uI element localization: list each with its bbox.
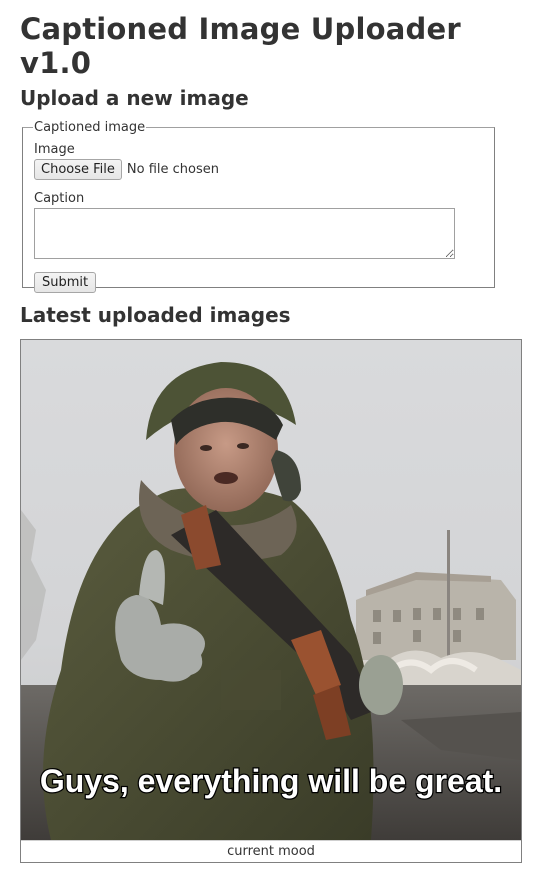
caption-label: Caption xyxy=(34,191,85,206)
form-legend: Captioned image xyxy=(34,120,146,135)
image-label: Image xyxy=(34,142,75,157)
file-input[interactable]: Choose File No file chosen xyxy=(34,158,483,180)
file-status-text: No file chosen xyxy=(126,161,219,177)
image-caption: current mood xyxy=(21,840,521,863)
uploaded-image-card: Guys, everything will be great. current … xyxy=(20,339,522,863)
upload-form: Captioned image Image Choose File No fil… xyxy=(22,120,495,293)
upload-heading: Upload a new image xyxy=(20,86,249,110)
latest-heading: Latest uploaded images xyxy=(20,303,291,327)
choose-file-button[interactable]: Choose File xyxy=(34,158,122,180)
page-title: Captioned Image Uploader v1.0 xyxy=(20,12,461,80)
uploaded-image: Guys, everything will be great. xyxy=(21,340,521,840)
page: Captioned Image Uploader v1.0 Upload a n… xyxy=(0,0,541,863)
image-overlay-text: Guys, everything will be great. xyxy=(40,763,502,799)
submit-button[interactable]: Submit xyxy=(34,272,97,293)
caption-textarea[interactable] xyxy=(34,208,455,259)
